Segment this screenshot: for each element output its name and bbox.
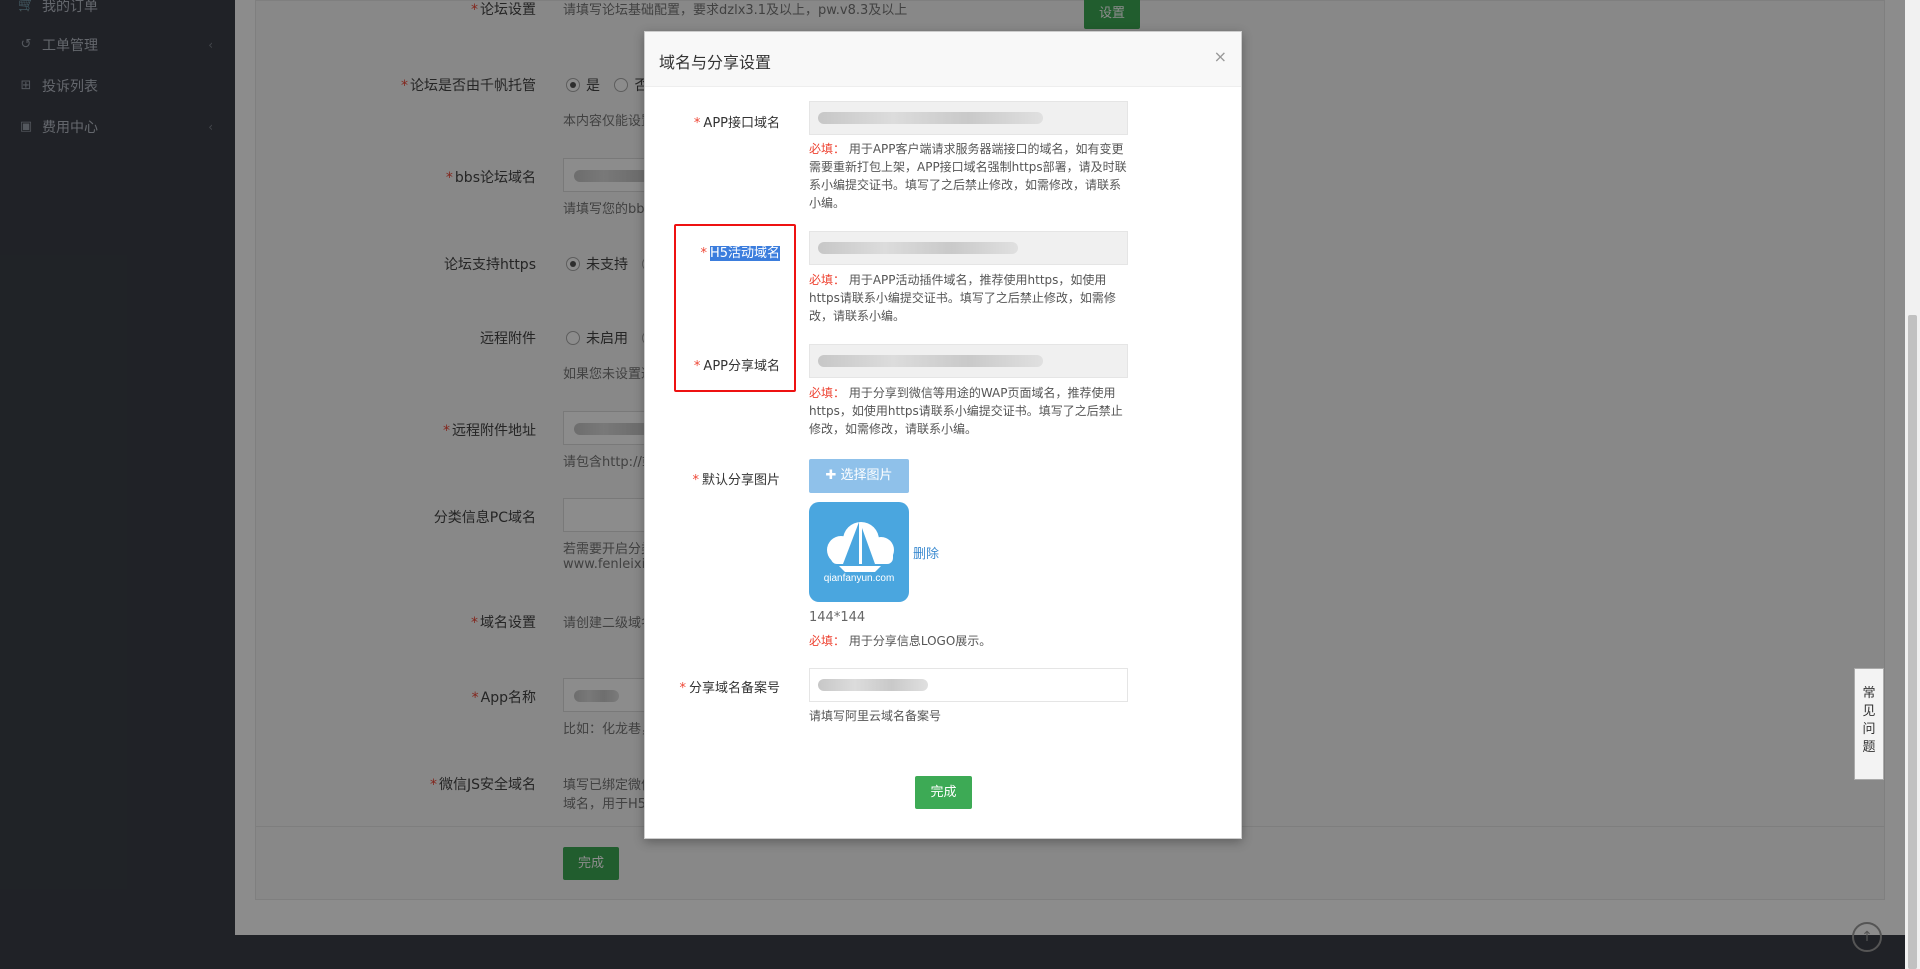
h5-domain-input[interactable] bbox=[809, 231, 1128, 265]
icp-number-input[interactable] bbox=[809, 668, 1128, 702]
field-label: * 默认分享图片 bbox=[692, 473, 780, 488]
faq-label: 常见问题 bbox=[1862, 686, 1876, 755]
image-size-text: 144*144 bbox=[809, 610, 866, 625]
field-help: 请填写阿里云域名备案号 bbox=[809, 709, 942, 723]
field-label: * 分享域名备案号 bbox=[679, 681, 780, 696]
cloud-sail-logo-icon bbox=[827, 522, 894, 572]
field-help: 必填： 用于分享到微信等用途的WAP页面域名，推荐使用https，如使用http… bbox=[809, 386, 1123, 436]
field-help: 必填： 用于APP客户端请求服务器端接口的域名，如有变更需要重新打包上架，APP… bbox=[809, 142, 1127, 210]
app-share-domain-input[interactable] bbox=[809, 344, 1128, 378]
delete-image-link[interactable]: 删除 bbox=[913, 543, 939, 562]
faq-button[interactable]: 常见问题 bbox=[1854, 668, 1884, 780]
field-label: * APP接口域名 bbox=[693, 116, 780, 131]
modal-done-button[interactable]: 完成 bbox=[915, 776, 972, 809]
app-api-domain-input[interactable] bbox=[809, 101, 1128, 135]
annotation-highlight-box bbox=[674, 224, 796, 392]
logo-text: qianfanyun.com bbox=[823, 573, 895, 584]
page-scrollbar[interactable] bbox=[1905, 0, 1920, 969]
field-help: 必填： 用于分享信息LOGO展示。 bbox=[809, 634, 992, 648]
modal-title: 域名与分享设置 bbox=[659, 53, 772, 72]
domain-share-modal: 域名与分享设置 × * APP接口域名 必填： 用于APP客户端请求服务器端接口的… bbox=[644, 31, 1242, 839]
plus-icon: ✚ bbox=[825, 468, 841, 483]
share-image-preview: qianfanyun.com bbox=[809, 502, 909, 602]
modal-header: 域名与分享设置 × bbox=[645, 32, 1241, 87]
field-help: 必填： 用于APP活动插件域名，推荐使用https，如使用https请联系小编提… bbox=[809, 273, 1116, 323]
back-to-top-icon[interactable]: ↑ bbox=[1852, 922, 1882, 952]
scrollbar-thumb[interactable] bbox=[1908, 315, 1917, 969]
pick-image-button[interactable]: ✚ 选择图片 bbox=[809, 459, 909, 493]
close-icon[interactable]: × bbox=[1214, 47, 1227, 66]
